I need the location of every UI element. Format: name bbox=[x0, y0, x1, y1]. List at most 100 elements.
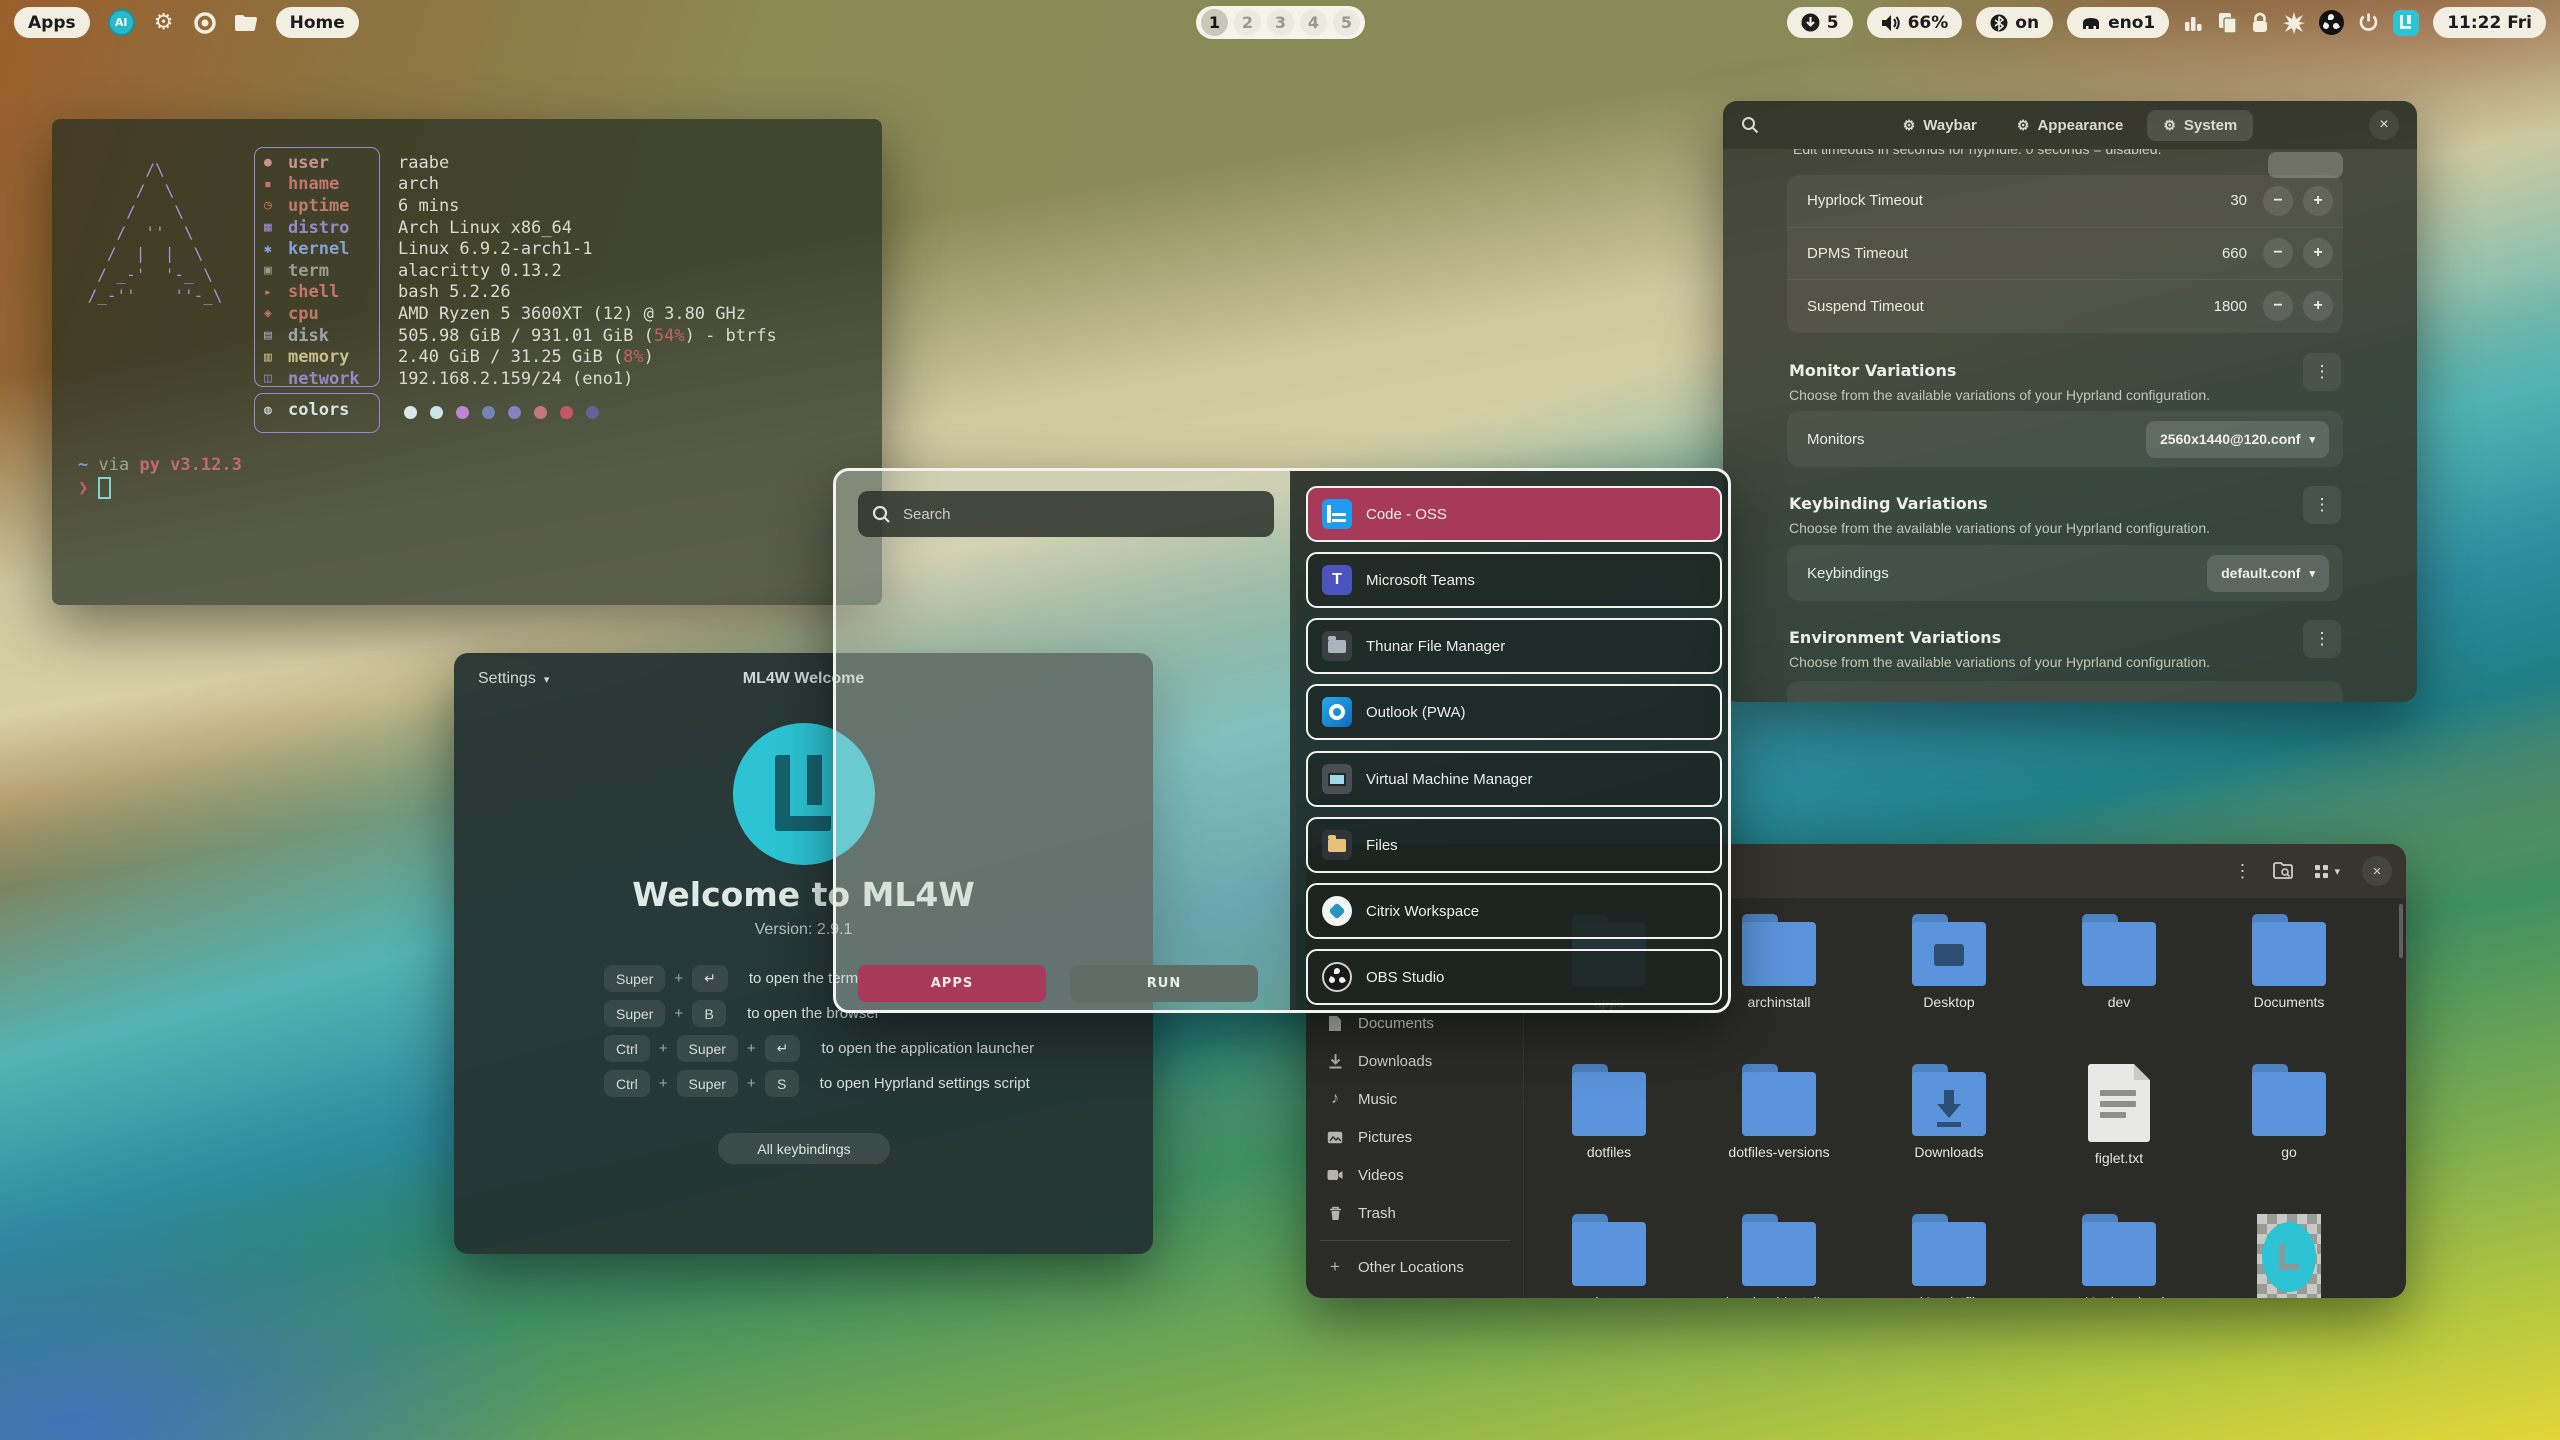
workspace-1[interactable]: 1 bbox=[1201, 9, 1228, 36]
minus-button[interactable]: − bbox=[2263, 238, 2293, 268]
search-folder-icon[interactable] bbox=[2273, 862, 2293, 880]
ethernet-icon bbox=[2081, 15, 2101, 31]
plus-button[interactable]: + bbox=[2303, 186, 2333, 216]
vmm-icon bbox=[1322, 764, 1352, 794]
file-tile[interactable]: hyprland-installer bbox=[1694, 1198, 1864, 1298]
files-icon bbox=[1322, 830, 1352, 860]
tab-system[interactable]: ⚙System bbox=[2147, 110, 2253, 141]
app-item-files[interactable]: Files bbox=[1306, 817, 1722, 873]
kernel-icon: ✱ bbox=[264, 242, 288, 257]
file-tile[interactable]: Downloads bbox=[1864, 1048, 2034, 1198]
fetch-value: Linux 6.9.2-arch1-1 bbox=[398, 239, 592, 259]
apps-mode-button[interactable]: APPS bbox=[858, 965, 1046, 1002]
folder-icon bbox=[2244, 1064, 2334, 1136]
monitors-dropdown[interactable]: 2560x1440@120.conf▾ bbox=[2146, 421, 2329, 458]
all-keybindings-button[interactable]: All keybindings bbox=[718, 1133, 890, 1164]
chevron-down-icon: ▾ bbox=[544, 673, 550, 686]
fetch-label: distro bbox=[288, 218, 382, 238]
sidebar-item-music[interactable]: ♪ Music bbox=[1316, 1082, 1514, 1116]
file-tile[interactable]: ml4w-dotfiles bbox=[1864, 1198, 2034, 1298]
obs-tray-icon[interactable] bbox=[2319, 10, 2344, 35]
settings-gear-icon[interactable]: ⚙ bbox=[152, 11, 176, 35]
file-tile[interactable]: dotfiles bbox=[1524, 1048, 1694, 1198]
power-icon[interactable] bbox=[2358, 12, 2379, 33]
file-manager-folder-icon[interactable] bbox=[234, 11, 258, 35]
file-tile[interactable]: hypr bbox=[1524, 1198, 1694, 1298]
settings-headerbar[interactable]: ⚙Waybar ⚙Appearance ⚙System × bbox=[1723, 101, 2417, 149]
clipboard-icon[interactable] bbox=[2217, 12, 2237, 34]
fetch-value: bash 5.2.26 bbox=[398, 282, 511, 302]
cpu-icon: ◈ bbox=[264, 306, 288, 321]
updates-widget[interactable]: 5 bbox=[1787, 7, 1853, 38]
app-item-virtual-machine-manager[interactable]: Virtual Machine Manager bbox=[1306, 751, 1722, 807]
app-item-code-oss[interactable]: Code - OSS bbox=[1306, 486, 1722, 542]
bluetooth-widget[interactable]: on bbox=[1976, 7, 2053, 38]
minus-button[interactable]: − bbox=[2263, 291, 2293, 321]
gear-icon: ⚙ bbox=[2163, 117, 2176, 134]
launcher-search[interactable] bbox=[858, 491, 1274, 537]
volume-widget[interactable]: 66% bbox=[1867, 7, 1963, 38]
workspace-3[interactable]: 3 bbox=[1267, 9, 1294, 36]
sidebar-item-downloads[interactable]: Downloads bbox=[1316, 1044, 1514, 1078]
file-tile[interactable]: dev bbox=[2034, 898, 2204, 1048]
plus-button[interactable]: + bbox=[2303, 238, 2333, 268]
tab-waybar[interactable]: ⚙Waybar bbox=[1887, 110, 1993, 141]
sidebar-item-trash[interactable]: Trash bbox=[1316, 1196, 1514, 1230]
file-tile[interactable]: figlet.txt bbox=[2034, 1048, 2204, 1198]
view-toggle-button[interactable]: ▾ bbox=[2315, 865, 2340, 878]
welcome-settings-menu[interactable]: Settings▾ bbox=[478, 670, 549, 688]
close-icon[interactable]: × bbox=[2362, 856, 2392, 886]
kebab-menu-icon[interactable]: ⋮ bbox=[2303, 620, 2341, 658]
app-item-microsoft-teams[interactable]: T Microsoft Teams bbox=[1306, 552, 1722, 608]
file-tile[interactable]: go bbox=[2204, 1048, 2374, 1198]
terminal-cursor[interactable] bbox=[98, 477, 111, 499]
file-tile[interactable]: Documents bbox=[2204, 898, 2374, 1048]
key-chip: Super bbox=[604, 1000, 665, 1027]
app-item-obs-studio[interactable]: OBS Studio bbox=[1306, 949, 1722, 1005]
file-tile[interactable]: ml4w.png bbox=[2204, 1198, 2374, 1298]
ml4w-update-icon[interactable]: AI bbox=[108, 9, 135, 36]
monitors-label: Monitors bbox=[1807, 431, 1865, 448]
kebab-menu-icon[interactable]: ⋮ bbox=[2233, 861, 2251, 882]
workspace-2[interactable]: 2 bbox=[1234, 9, 1261, 36]
lock-icon[interactable] bbox=[2251, 12, 2269, 34]
kebab-menu-icon[interactable]: ⋮ bbox=[2303, 486, 2341, 524]
monitor-variations-desc: Choose from the available variations of … bbox=[1789, 387, 2210, 403]
file-tile[interactable]: dotfiles-versions bbox=[1694, 1048, 1864, 1198]
app-item-thunar[interactable]: Thunar File Manager bbox=[1306, 618, 1722, 674]
terminal-window[interactable]: /\ / \ / \ / '' \ / | | \ / _-' '-_ \ /_… bbox=[52, 119, 882, 605]
file-tile[interactable]: Desktop bbox=[1864, 898, 2034, 1048]
folder-icon bbox=[1564, 1064, 1654, 1136]
fetch-label: term bbox=[288, 261, 382, 281]
minus-button[interactable]: − bbox=[2263, 186, 2293, 216]
keybindings-dropdown[interactable]: default.conf▾ bbox=[2207, 555, 2329, 592]
run-mode-button[interactable]: RUN bbox=[1070, 965, 1258, 1002]
sidebar-item-videos[interactable]: Videos bbox=[1316, 1158, 1514, 1192]
search-input[interactable] bbox=[903, 506, 1243, 523]
scrollbar[interactable] bbox=[2399, 904, 2403, 958]
folder-desktop-icon bbox=[1904, 914, 1994, 986]
timeouts-card: Hyprlock Timeout 30 − + DPMS Timeout 660… bbox=[1787, 175, 2343, 333]
browser-chrome-icon[interactable] bbox=[193, 11, 217, 35]
workspace-4[interactable]: 4 bbox=[1300, 9, 1327, 36]
sidebar-item-other-locations[interactable]: + Other Locations bbox=[1316, 1250, 1514, 1284]
apps-button[interactable]: Apps bbox=[14, 7, 90, 38]
network-widget[interactable]: eno1 bbox=[2067, 7, 2169, 38]
tab-appearance[interactable]: ⚙Appearance bbox=[2001, 110, 2139, 141]
stats-chart-icon[interactable] bbox=[2183, 13, 2203, 33]
workspace-5[interactable]: 5 bbox=[1333, 9, 1360, 36]
ml4w-logo-tray-icon[interactable] bbox=[2393, 10, 2419, 36]
home-button[interactable]: Home bbox=[276, 7, 359, 38]
plus-button[interactable]: + bbox=[2303, 291, 2333, 321]
starburst-icon[interactable] bbox=[2283, 12, 2305, 34]
fetch-value: 6 mins bbox=[398, 196, 459, 216]
sidebar-item-pictures[interactable]: Pictures bbox=[1316, 1120, 1514, 1154]
monitors-row: Monitors 2560x1440@120.conf▾ bbox=[1787, 411, 2343, 467]
app-item-citrix-workspace[interactable]: Citrix Workspace bbox=[1306, 883, 1722, 939]
clock-widget[interactable]: 11:22 Fri bbox=[2433, 7, 2546, 38]
kebab-menu-icon[interactable]: ⋮ bbox=[2303, 353, 2341, 391]
fetch-label: disk bbox=[288, 326, 382, 346]
hyprlock-timeout-row: Hyprlock Timeout 30 − + bbox=[1787, 175, 2343, 228]
app-item-outlook[interactable]: Outlook (PWA) bbox=[1306, 684, 1722, 740]
file-tile[interactable]: ml4w-hyprland bbox=[2034, 1198, 2204, 1298]
